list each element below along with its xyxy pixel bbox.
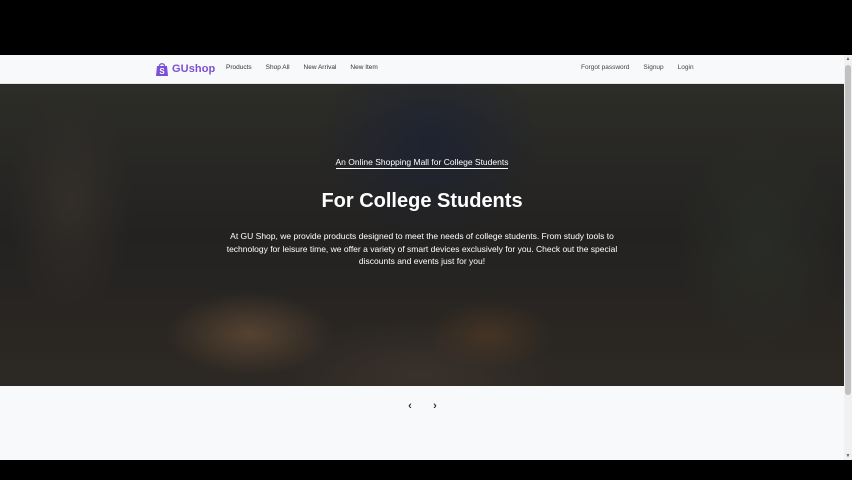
forgot-password-link[interactable]: Forgot password [581,64,629,71]
brand-logo[interactable]: S GUshop [155,60,215,78]
nav-links: Products Shop All New Arrival New Item [226,64,392,71]
shopping-bag-icon: S [156,62,168,76]
navbar: S GUshop Products Shop All New Arrival N… [0,55,844,84]
login-link[interactable]: Login [678,64,694,71]
nav-account-links: Forgot password Signup Login [581,64,708,71]
nav-link-new-item[interactable]: New Item [350,64,377,71]
svg-text:S: S [159,67,165,76]
scroll-up-arrow-icon[interactable]: ▲ [844,55,852,63]
scroll-down-arrow-icon[interactable]: ▼ [844,452,852,460]
hero-subtitle-text: An Online Shopping Mall for College Stud… [335,157,509,169]
hero-title: For College Students [321,190,523,212]
page-scrollbar[interactable]: ▲ ▼ [844,55,852,460]
nav-link-shop-all[interactable]: Shop All [266,64,290,71]
signup-link[interactable]: Signup [643,64,663,71]
nav-link-products[interactable]: Products [226,64,252,71]
scrollbar-thumb[interactable] [845,65,851,395]
carousel-next-button[interactable]: › [429,400,441,412]
hero-subtitle: An Online Shopping Mall for College Stud… [0,157,844,169]
carousel-prev-button[interactable]: ‹ [404,400,416,412]
nav-link-new-arrival[interactable]: New Arrival [304,64,337,71]
hero-description: At GU Shop, we provide products designed… [226,231,618,266]
hero-carousel-slide: An Online Shopping Mall for College Stud… [0,84,844,386]
brand-name: GUshop [172,63,216,75]
page: S GUshop Products Shop All New Arrival N… [0,55,852,460]
